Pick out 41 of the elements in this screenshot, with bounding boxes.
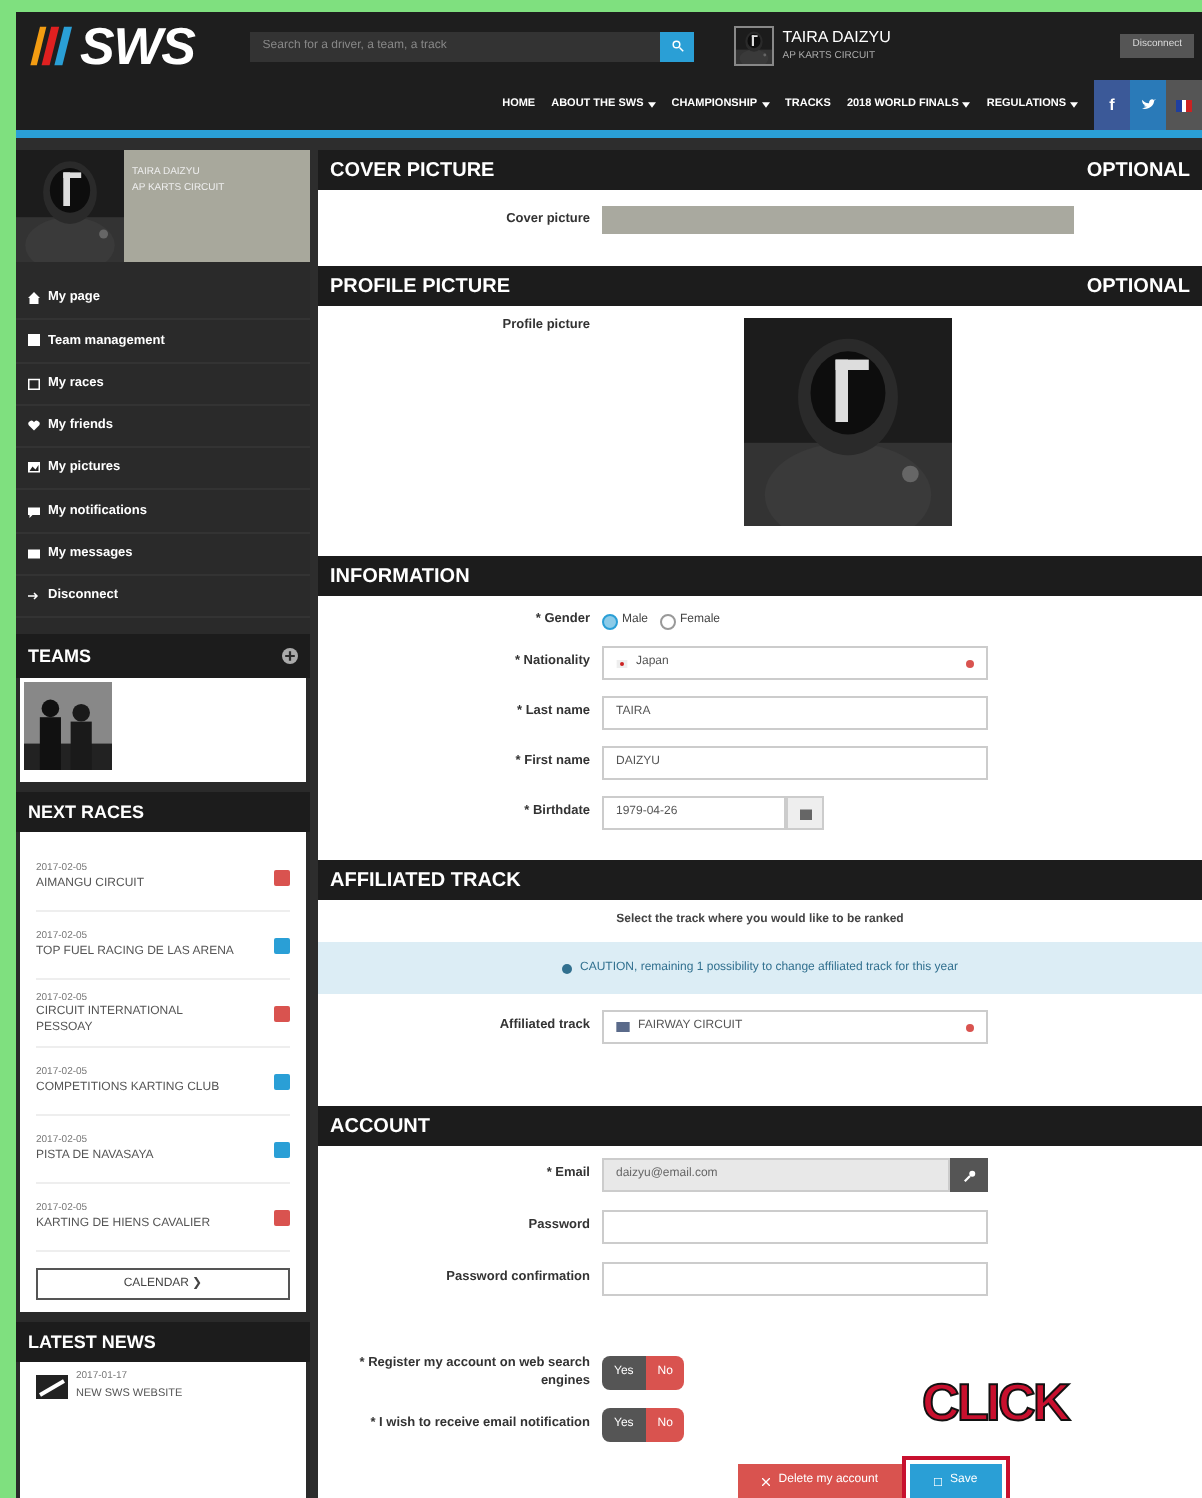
heart-icon (28, 420, 40, 433)
calendar-button[interactable] (786, 796, 824, 830)
clear-icon[interactable] (966, 1023, 974, 1031)
site-logo[interactable]: SWS (80, 20, 195, 72)
search-icon (671, 40, 684, 52)
password-field[interactable] (602, 1210, 988, 1244)
cover-file-field[interactable] (602, 206, 1074, 234)
chat-icon (28, 505, 40, 518)
edit-button[interactable] (950, 1158, 988, 1192)
close-icon (762, 1477, 771, 1485)
panel-title: TEAMS (28, 643, 91, 670)
radio-button[interactable] (602, 613, 618, 629)
news-thumbnail-icon (36, 1373, 68, 1400)
flag-icon (1176, 99, 1192, 111)
add-icon[interactable] (282, 648, 298, 665)
panel-title: NEXT RACES (28, 799, 145, 826)
bird-icon (1141, 98, 1155, 112)
home-icon (28, 292, 40, 305)
section-title: AFFILIATED TRACK (330, 867, 521, 895)
optional-label: OPTIONAL (1086, 273, 1190, 301)
section-title: COVER PICTURE (330, 157, 495, 185)
clear-icon[interactable] (966, 659, 974, 667)
section-title: PROFILE PICTURE (330, 273, 511, 301)
image-icon (28, 462, 40, 475)
user-name[interactable]: TAIRA DAIZYU (782, 26, 891, 51)
facebook-button[interactable]: f (1094, 80, 1130, 130)
section-title: INFORMATION (330, 563, 470, 591)
search-button[interactable] (660, 31, 695, 61)
twitter-button[interactable] (1130, 80, 1166, 130)
click-annotation: CLICK (922, 1370, 1068, 1436)
envelope-icon (28, 547, 40, 560)
panel-title: LATEST NEWS (28, 1329, 156, 1356)
password-field[interactable] (602, 1262, 988, 1296)
radio-button[interactable] (660, 613, 677, 629)
track-icon (616, 1022, 630, 1032)
optional-label: OPTIONAL (1086, 157, 1190, 185)
info-icon (562, 963, 572, 973)
language-button[interactable] (1166, 80, 1202, 130)
section-title: ACCOUNT (330, 1113, 430, 1141)
key-icon (963, 1169, 975, 1181)
exit-icon (28, 590, 40, 603)
